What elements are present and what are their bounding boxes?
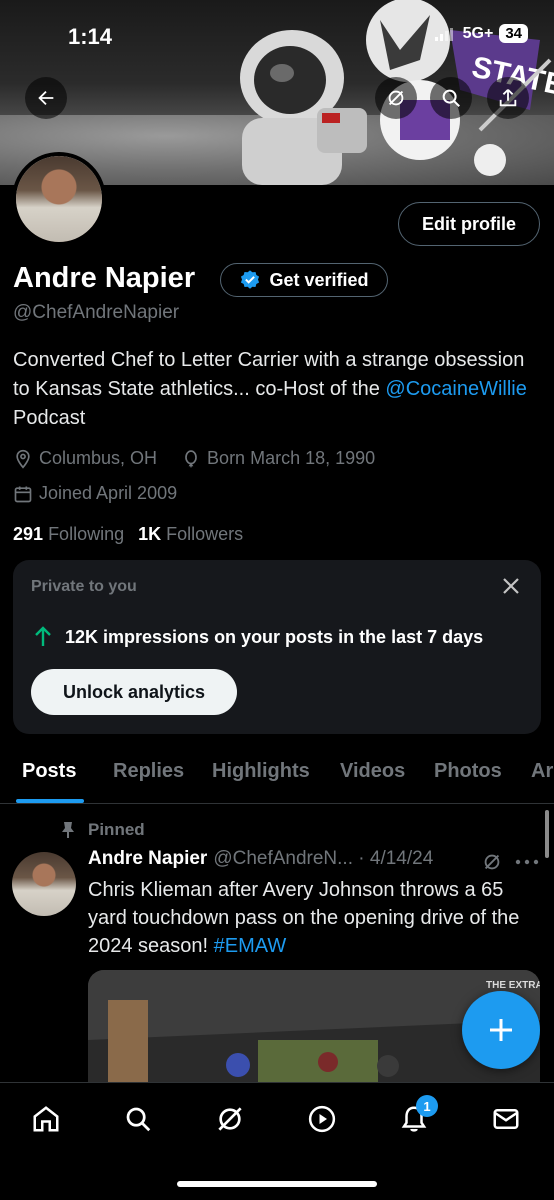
arrow-up-icon <box>35 626 51 646</box>
location-icon <box>16 449 30 469</box>
balloon-icon <box>185 449 197 467</box>
followers-label: Followers <box>166 524 244 544</box>
status-time: 1:14 <box>68 24 113 49</box>
following-link[interactable]: 291 Following <box>13 524 124 545</box>
profile-tabs: Posts Replies Highlights Videos Photos A… <box>0 748 554 804</box>
grok-icon[interactable] <box>481 851 503 873</box>
signal-icon <box>434 27 453 41</box>
following-count: 291 <box>13 524 44 544</box>
close-icon[interactable] <box>499 574 523 598</box>
home-indicator[interactable] <box>177 1181 377 1187</box>
network-label: 5G+ <box>462 24 494 42</box>
status-bar: 1:14 5G+ 34 <box>0 0 554 70</box>
pinned-text: Pinned <box>88 820 145 839</box>
search-button[interactable] <box>430 77 472 119</box>
profile-handle: @ChefAndreNapier <box>13 302 180 323</box>
back-button[interactable] <box>25 77 67 119</box>
bio-tail: Podcast <box>13 407 86 429</box>
hashtag-link[interactable]: #EMAW <box>214 935 287 957</box>
battery-icon: 34 <box>499 24 528 43</box>
grok-icon <box>218 1107 242 1131</box>
profile-bio: Converted Chef to Letter Carrier with a … <box>13 346 543 433</box>
active-tab-indicator <box>16 799 84 803</box>
tab-posts[interactable]: Posts <box>22 760 76 783</box>
arrow-left-icon <box>38 90 54 106</box>
pin-icon <box>62 822 74 838</box>
pinned-label: Pinned <box>60 820 145 840</box>
card-title: Private to you <box>31 578 137 595</box>
search-icon <box>126 1107 151 1132</box>
share-icon <box>499 89 517 107</box>
nav-notifications[interactable]: 1 <box>394 1095 438 1139</box>
search-icon <box>442 89 460 107</box>
nav-video[interactable] <box>302 1099 342 1139</box>
verified-badge-icon <box>241 270 260 289</box>
birthday-text: Born March 18, 1990 <box>207 448 376 468</box>
profile-meta-row: Columbus, OH Born March 18, 1990 <box>13 448 375 469</box>
home-icon <box>33 1106 59 1132</box>
joined-text: Joined April 2009 <box>39 483 178 503</box>
scrollbar[interactable] <box>545 810 549 858</box>
get-verified-button[interactable]: Get verified <box>220 263 388 297</box>
unlock-analytics-button[interactable]: Unlock analytics <box>31 669 237 715</box>
post-text: Chris Klieman after Avery Johnson throws… <box>88 876 538 960</box>
post-handle-date: @ChefAndreN... · 4/14/24 <box>213 848 434 869</box>
profile-avatar[interactable] <box>12 152 106 246</box>
share-button[interactable] <box>487 77 529 119</box>
tab-photos[interactable]: Photos <box>434 760 502 783</box>
notification-badge: 1 <box>416 1095 438 1117</box>
more-options-icon[interactable] <box>515 858 539 866</box>
analytics-card: Private to you 12K impressions on your p… <box>13 560 541 734</box>
profile-name: Andre Napier <box>13 262 196 294</box>
following-label: Following <box>48 524 125 544</box>
nav-grok[interactable] <box>210 1099 250 1139</box>
compose-post-button[interactable] <box>462 991 540 1069</box>
follow-stats: 291 Following 1K Followers <box>13 524 243 545</box>
followers-count: 1K <box>138 524 162 544</box>
location-text: Columbus, OH <box>39 448 158 468</box>
tab-videos[interactable]: Videos <box>340 760 405 783</box>
post-author[interactable]: Andre Napier <box>88 848 207 870</box>
tab-highlights[interactable]: Highlights <box>212 760 310 783</box>
post-header: Andre Napier @ChefAndreN... · 4/14/24 <box>88 848 433 870</box>
nav-home[interactable] <box>26 1099 66 1139</box>
mail-icon <box>493 1109 519 1129</box>
tab-articles[interactable]: Ar <box>531 760 553 783</box>
media-watermark: THE EXTRA <box>486 980 540 991</box>
status-indicators: 5G+ 34 <box>434 24 528 43</box>
get-verified-label: Get verified <box>269 269 369 290</box>
nav-search[interactable] <box>118 1099 158 1139</box>
play-circle-icon <box>308 1105 336 1133</box>
plus-icon <box>490 1019 512 1041</box>
grok-icon <box>388 90 404 106</box>
nav-messages[interactable] <box>486 1099 526 1139</box>
calendar-icon <box>14 486 32 502</box>
tab-replies[interactable]: Replies <box>113 760 184 783</box>
joined-row: Joined April 2009 <box>13 483 177 504</box>
bio-mention-link[interactable]: @CocaineWillie <box>385 378 526 400</box>
edit-profile-button[interactable]: Edit profile <box>398 202 540 246</box>
post-avatar[interactable] <box>12 852 76 916</box>
impressions-stat: 12K impressions on your posts in the las… <box>33 626 483 648</box>
followers-link[interactable]: 1K Followers <box>138 524 243 545</box>
grok-button[interactable] <box>375 77 417 119</box>
impressions-text: 12K impressions on your posts in the las… <box>65 626 484 647</box>
post-body: Chris Klieman after Avery Johnson throws… <box>88 879 520 957</box>
